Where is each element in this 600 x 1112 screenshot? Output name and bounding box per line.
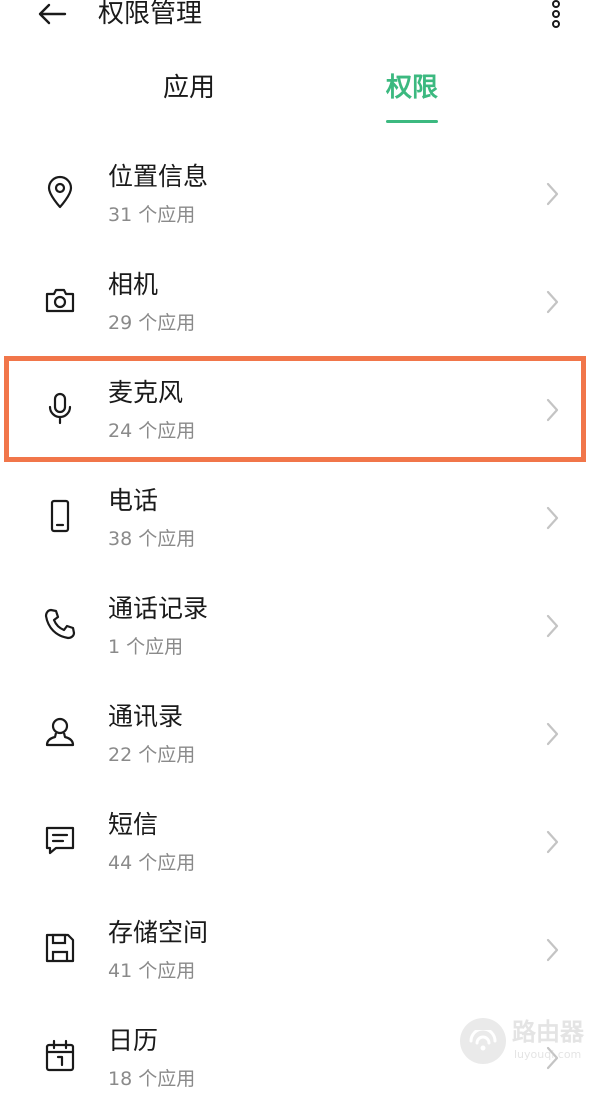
back-button[interactable] [30,0,74,34]
arrow-left-icon [38,3,67,25]
permission-name: 短信 [108,810,159,839]
message-icon [45,826,75,855]
contact-person-icon [45,717,75,747]
permission-count: 41 个应用 [108,960,196,982]
call-handset-icon [44,608,76,640]
permission-row-contacts[interactable]: 通讯录 22 个应用 [0,680,600,788]
active-tab-indicator [386,120,438,123]
page-title: 权限管理 [98,0,203,29]
phone-device-icon [50,499,70,533]
permission-row-location[interactable]: 位置信息 31 个应用 [0,140,600,248]
permission-name: 日历 [108,1026,159,1055]
app-header: 权限管理 [0,0,600,50]
location-icon [47,175,73,209]
chevron-right-icon [546,722,559,746]
permission-name: 相机 [108,270,159,299]
calendar-icon [45,1039,75,1072]
permission-count: 1 个应用 [108,636,184,658]
tab-bar: 应用 权限 [0,58,600,128]
camera-icon [45,288,75,313]
permission-row-phone[interactable]: 电话 38 个应用 [0,464,600,572]
watermark-logo-icon [460,1018,506,1064]
storage-icon [45,933,75,963]
permission-row-camera[interactable]: 相机 29 个应用 [0,248,600,356]
tab-apps[interactable]: 应用 [163,68,215,108]
permission-count: 24 个应用 [108,420,196,442]
permission-count: 38 个应用 [108,528,196,550]
permission-count: 44 个应用 [108,852,196,874]
permission-name: 位置信息 [108,162,209,191]
chevron-right-icon [546,938,559,962]
microphone-icon [48,392,72,425]
permission-row-sms[interactable]: 短信 44 个应用 [0,788,600,896]
chevron-right-icon [546,182,559,206]
chevron-right-icon [546,290,559,314]
more-vertical-icon [552,0,560,28]
permission-name: 存储空间 [108,918,209,947]
chevron-right-icon [546,830,559,854]
watermark-text: 路由器 [512,1018,584,1046]
chevron-right-icon [546,506,559,530]
permission-row-microphone[interactable]: 麦克风 24 个应用 [0,356,600,464]
permission-count: 31 个应用 [108,204,196,226]
permission-count: 29 个应用 [108,312,196,334]
permission-row-call-log[interactable]: 通话记录 1 个应用 [0,572,600,680]
permission-name: 通讯录 [108,702,184,731]
chevron-right-icon [546,614,559,638]
permission-name: 通话记录 [108,594,209,623]
permission-name: 麦克风 [108,378,184,407]
tab-permissions[interactable]: 权限 [386,68,438,108]
permission-count: 18 个应用 [108,1068,196,1090]
more-options-button[interactable] [536,0,576,34]
watermark: 路由器 luyouqi.com [458,1014,598,1074]
chevron-right-icon [546,398,559,422]
permission-count: 22 个应用 [108,744,196,766]
permission-row-storage[interactable]: 存储空间 41 个应用 [0,896,600,1004]
watermark-url: luyouqi.com [514,1048,582,1061]
permission-name: 电话 [108,486,159,515]
